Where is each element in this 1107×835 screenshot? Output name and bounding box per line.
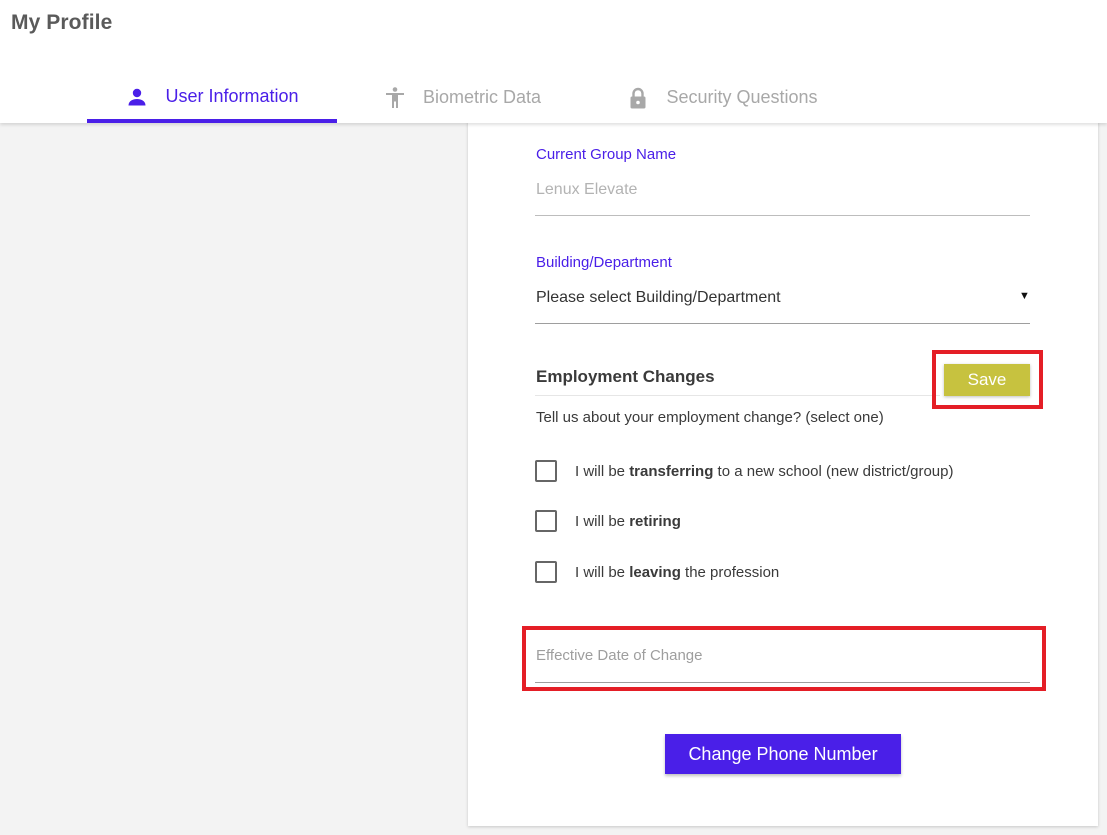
- option-transferring[interactable]: I will be transferring to a new school (…: [535, 459, 954, 483]
- accessibility-icon: [383, 86, 407, 110]
- tab-label: User Information: [165, 86, 299, 106]
- change-phone-number-button[interactable]: Change Phone Number: [665, 734, 901, 774]
- tab-user-information[interactable]: User Information: [87, 72, 337, 123]
- employment-question: Tell us about your employment change? (s…: [536, 409, 884, 426]
- group-name-underline: [535, 215, 1030, 216]
- effective-date-input[interactable]: Effective Date of Change: [536, 647, 703, 664]
- department-select[interactable]: Please select Building/Department: [536, 289, 1016, 307]
- option-leaving[interactable]: I will be leaving the profession: [535, 560, 779, 584]
- section-divider: [535, 395, 940, 396]
- tab-security-questions[interactable]: Security Questions: [612, 72, 832, 123]
- group-name-label: Current Group Name: [536, 146, 677, 163]
- save-button[interactable]: Save: [944, 364, 1030, 396]
- department-underline: [535, 323, 1030, 324]
- page-title: My Profile: [11, 11, 113, 34]
- person-icon: [125, 85, 149, 109]
- tab-label: Security Questions: [666, 87, 818, 107]
- dropdown-arrow-icon[interactable]: ▼: [1019, 290, 1030, 302]
- employment-changes-title: Employment Changes: [536, 367, 715, 386]
- transferring-checkbox[interactable]: [535, 460, 557, 482]
- profile-form-card: Current Group Name Lenux Elevate Buildin…: [468, 118, 1098, 826]
- department-label: Building/Department: [536, 254, 672, 271]
- option-text: I will be retiring: [575, 512, 681, 530]
- retiring-checkbox[interactable]: [535, 510, 557, 532]
- header: My Profile User Information Biometric Da…: [0, 0, 1107, 123]
- tab-label: Biometric Data: [422, 87, 542, 107]
- tab-biometric-data[interactable]: Biometric Data: [362, 72, 562, 123]
- option-text: I will be transferring to a new school (…: [575, 462, 954, 480]
- effective-date-underline: [535, 682, 1030, 683]
- group-name-value: Lenux Elevate: [536, 181, 638, 198]
- option-text: I will be leaving the profession: [575, 563, 780, 581]
- lock-icon: [626, 86, 650, 110]
- option-retiring[interactable]: I will be retiring: [535, 509, 681, 533]
- leaving-checkbox[interactable]: [535, 561, 557, 583]
